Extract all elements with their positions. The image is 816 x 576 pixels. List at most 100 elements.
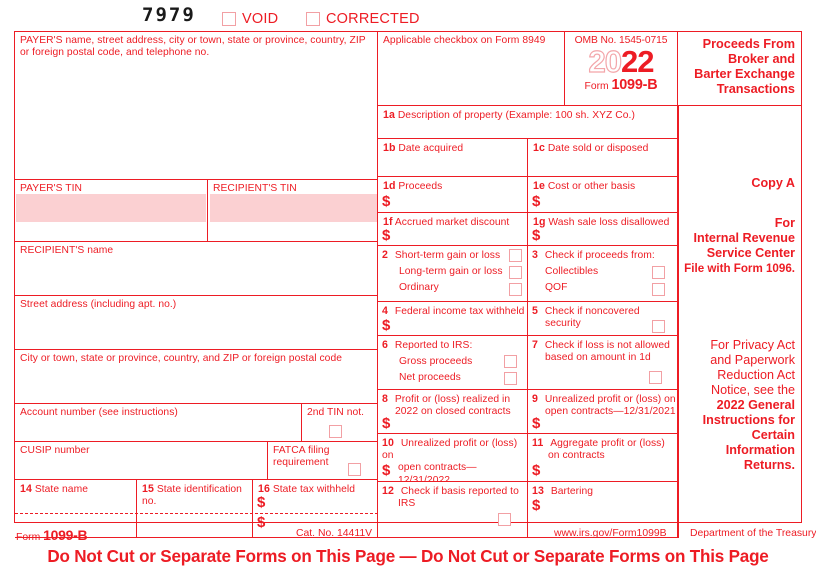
footer-form-identifier: Form 1099-B: [16, 527, 88, 543]
footer-form-number: 1099-B: [43, 527, 88, 543]
box-6-gross-proceeds-checkbox[interactable]: [504, 355, 517, 368]
box-10-line2: open contracts—12/31/2022: [398, 462, 477, 482]
form-title-line-3: Barter Exchange: [694, 67, 795, 81]
form-8949-checkbox-box[interactable]: Applicable checkbox on Form 8949: [378, 32, 565, 106]
fatca-filing-box[interactable]: FATCA filing requirement: [268, 442, 378, 480]
recipient-tin-shaded-band: [210, 194, 377, 222]
form-footer: Form 1099-B Cat. No. 14411V www.irs.gov/…: [14, 524, 816, 544]
box-9-line2: open contracts—12/31/2021: [545, 406, 676, 418]
box-2-gain-or-loss[interactable]: 2 Short-term gain or loss Long-term gain…: [378, 246, 528, 302]
box-15-caption: 15 State identification no.: [137, 480, 252, 508]
file-with-form-1096: File with Form 1096.: [684, 262, 795, 275]
box-16-currency-1: $: [257, 494, 266, 511]
box-10-line1: Unrealized profit or (loss) on: [382, 438, 518, 462]
corrected-checkbox[interactable]: [306, 12, 320, 26]
street-address-label: Street address (including apt. no.): [20, 299, 177, 310]
box-3-collectibles-checkbox[interactable]: [652, 266, 665, 279]
form-8949-label: Applicable checkbox on Form 8949: [383, 35, 546, 46]
void-checkbox-group[interactable]: VOID: [222, 11, 278, 27]
box-1f-accrued-market-discount[interactable]: 1f Accrued market discount $: [378, 213, 528, 246]
box-2-option-3-row[interactable]: Ordinary: [378, 278, 527, 294]
recipient-name-box[interactable]: RECIPIENT'S name: [15, 242, 378, 296]
city-state-zip-label: City or town, state or province, country…: [20, 353, 343, 364]
box-11-number: 11: [532, 437, 544, 449]
city-state-zip-box[interactable]: City or town, state or province, country…: [15, 350, 378, 404]
box-13-number: 13: [532, 485, 544, 497]
box-7-loss-not-allowed[interactable]: 7 Check if loss is not allowed based on …: [528, 336, 678, 390]
box-3-qof-checkbox[interactable]: [652, 283, 665, 296]
box-3-collectibles-label: Collectibles: [545, 266, 599, 278]
box-2-long-term-checkbox[interactable]: [509, 266, 522, 279]
box-9-unrealized-profit-2021[interactable]: 9 Unrealized profit or (loss) on open co…: [528, 390, 678, 434]
box-4-federal-tax-withheld[interactable]: 4 Federal income tax withheld $: [378, 302, 528, 336]
box-2-option-1-row[interactable]: 2 Short-term gain or loss: [378, 246, 527, 262]
box-1c-date-sold[interactable]: 1c Date sold or disposed: [528, 139, 678, 177]
box-3-caption: 3 Check if proceeds from:: [528, 246, 677, 262]
scan-line-number: 7979: [142, 4, 196, 26]
fatca-checkbox[interactable]: [348, 463, 361, 476]
box-13-caption: 13 Bartering: [528, 482, 677, 498]
box-11-currency: $: [532, 462, 541, 479]
account-number-box[interactable]: Account number (see instructions): [15, 404, 302, 442]
box-1b-date-acquired[interactable]: 1b Date acquired: [378, 139, 528, 177]
privacy-act-block: For Privacy Act and Paperwork Reduction …: [678, 331, 801, 538]
box-10-unrealized-profit-2022[interactable]: 10 Unrealized profit or (loss) on open c…: [378, 434, 528, 482]
box-11-aggregate-profit[interactable]: 11 Aggregate profit or (loss) on contrac…: [528, 434, 678, 482]
box-2-ordinary-checkbox[interactable]: [509, 283, 522, 296]
box-1b-caption: 1b Date acquired: [378, 139, 527, 155]
privacy-line-1: For Privacy Act: [710, 338, 795, 352]
box-10-caption: 10 Unrealized profit or (loss) on: [378, 434, 527, 462]
privacy-bold-line-2: Instructions for: [702, 413, 795, 427]
box-12-line1: Check if basis reported to: [400, 486, 519, 497]
box-6-number: 6: [382, 339, 388, 351]
box-2-option-2-row[interactable]: Long-term gain or loss: [378, 262, 527, 278]
box-1e-label: Cost or other basis: [547, 181, 636, 192]
box-6-net-proceeds-checkbox[interactable]: [504, 372, 517, 385]
box-1a-number: 1a: [383, 109, 395, 121]
box-4-label: Federal income tax withheld: [394, 306, 525, 317]
second-tin-notice-box[interactable]: 2nd TIN not.: [302, 404, 378, 442]
box-1g-caption: 1g Wash sale loss disallowed: [528, 213, 677, 229]
box-7-caption: 7 Check if loss is not allowed: [528, 336, 677, 352]
box-3-proceeds-from[interactable]: 3 Check if proceeds from: Collectibles Q…: [528, 246, 678, 302]
box-7-number: 7: [532, 339, 538, 351]
box-1a-description[interactable]: 1a Description of property (Example: 100…: [378, 106, 678, 139]
recipient-name-label: RECIPIENT'S name: [20, 245, 114, 256]
box-11-line1: Aggregate profit or (loss): [550, 438, 665, 449]
privacy-line-4: Notice, see the: [710, 383, 795, 397]
box-12-line2: IRS: [398, 498, 416, 510]
box-1c-number: 1c: [533, 142, 545, 154]
footer-form-word: Form: [16, 532, 41, 543]
void-label: VOID: [242, 11, 279, 27]
payer-name-address-box[interactable]: PAYER'S name, street address, city or to…: [15, 32, 378, 180]
cusip-number-box[interactable]: CUSIP number: [15, 442, 268, 480]
footer-irs-url[interactable]: www.irs.gov/Form1099B: [554, 528, 667, 539]
box-1d-proceeds[interactable]: 1d Proceeds $: [378, 177, 528, 213]
box-5-checkbox[interactable]: [652, 320, 665, 333]
box-1b-label: Date acquired: [398, 143, 464, 154]
do-not-cut-warning: Do Not Cut or Separate Forms on This Pag…: [47, 546, 769, 566]
box-2-option-1-label: Short-term gain or loss: [394, 250, 501, 261]
account-number-label: Account number (see instructions): [20, 407, 178, 418]
box-1d-label: Proceeds: [398, 181, 443, 192]
box-6-label: Reported to IRS:: [394, 340, 473, 351]
box-9-currency: $: [532, 415, 541, 432]
box-8-line1: Profit or (loss) realized in: [394, 394, 511, 405]
box-3-number: 3: [532, 249, 538, 261]
corrected-checkbox-group[interactable]: CORRECTED: [306, 11, 420, 27]
box-5-noncovered-security[interactable]: 5 Check if noncovered security: [528, 302, 678, 336]
box-1g-wash-sale-loss[interactable]: 1g Wash sale loss disallowed $: [528, 213, 678, 246]
form-title-line-2: Broker and: [728, 52, 795, 66]
payer-tin-shaded-band: [16, 194, 206, 222]
void-checkbox[interactable]: [222, 12, 236, 26]
box-6-reported-to-irs[interactable]: 6 Reported to IRS: Gross proceeds Net pr…: [378, 336, 528, 390]
box-1c-caption: 1c Date sold or disposed: [528, 139, 677, 155]
box-1e-number: 1e: [533, 180, 545, 192]
box-1b-number: 1b: [383, 142, 396, 154]
second-tin-checkbox[interactable]: [329, 425, 342, 438]
street-address-box[interactable]: Street address (including apt. no.): [15, 296, 378, 350]
box-1e-cost-basis[interactable]: 1e Cost or other basis $: [528, 177, 678, 213]
box-2-short-term-checkbox[interactable]: [509, 249, 522, 262]
box-7-checkbox[interactable]: [649, 371, 662, 384]
box-8-profit-closed-contracts[interactable]: 8 Profit or (loss) realized in 2022 on c…: [378, 390, 528, 434]
